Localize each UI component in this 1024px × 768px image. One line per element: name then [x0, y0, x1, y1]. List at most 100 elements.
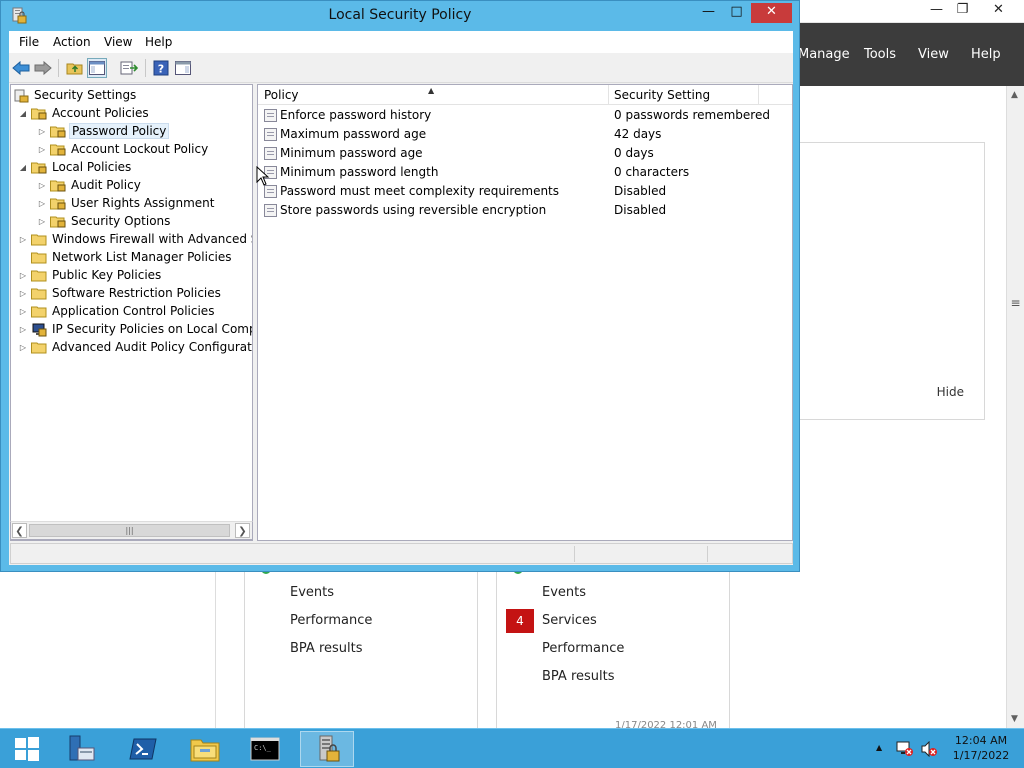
scroll-up-icon[interactable]: ▲ — [1011, 90, 1018, 100]
system-clock[interactable]: 12:04 AM 1/17/2022 — [946, 733, 1016, 763]
policy-list[interactable]: Policy ▲ Security Setting Enforce passwo… — [257, 84, 793, 541]
scroll-right-icon[interactable]: ❯ — [235, 523, 250, 538]
policy-row[interactable]: Minimum password length 0 characters — [258, 163, 792, 182]
sm-close-button[interactable]: ✕ — [982, 0, 1015, 21]
sm-menu-view[interactable]: View — [918, 47, 949, 62]
tree-label: Audit Policy — [71, 178, 141, 192]
tree-item-user-rights-assignment[interactable]: ▷ User Rights Assignment — [36, 194, 216, 212]
sm-tile1-bpa[interactable]: BPA results — [290, 641, 363, 656]
tree-item-security-options[interactable]: ▷ Security Options — [36, 212, 172, 230]
tree-label: Application Control Policies — [52, 304, 215, 318]
up-one-level-icon[interactable] — [65, 58, 85, 78]
show-hidden-icons-icon[interactable]: ▲ — [876, 743, 882, 752]
scroll-thumb-grip-icon[interactable]: ≡ — [1008, 296, 1023, 312]
column-header-policy[interactable]: Policy — [264, 88, 299, 102]
taskbar-powershell[interactable] — [116, 731, 170, 767]
taskbar: C:\_ ▲ 12:04 AM 1/17/2022 — [0, 728, 1024, 768]
menu-view[interactable]: View — [104, 35, 132, 49]
expand-arrow-icon[interactable]: ▷ — [36, 127, 48, 136]
taskbar-local-security-policy[interactable] — [300, 731, 354, 767]
tree-item-local-policies[interactable]: ◢ Local Policies — [17, 158, 133, 176]
menu-bar: File Action View Help — [9, 31, 793, 53]
taskbar-server-manager[interactable] — [54, 731, 108, 767]
show-hide-action-pane-icon[interactable] — [173, 58, 193, 78]
scroll-down-icon[interactable]: ▼ — [1011, 714, 1018, 724]
minimize-button[interactable]: — — [695, 3, 722, 23]
tree-item-application-control[interactable]: ▷ Application Control Policies — [17, 302, 216, 320]
expand-arrow-icon[interactable]: ▷ — [17, 325, 29, 334]
sm-tile2-bpa[interactable]: BPA results — [542, 669, 615, 684]
scroll-thumb[interactable]: ||| — [29, 524, 230, 537]
expand-arrow-icon[interactable]: ▷ — [17, 343, 29, 352]
scroll-left-icon[interactable]: ❮ — [12, 523, 27, 538]
show-hide-console-tree-icon[interactable] — [87, 58, 107, 78]
policy-row[interactable]: Password must meet complexity requiremen… — [258, 182, 792, 201]
sm-tile1-events[interactable]: Events — [290, 585, 334, 600]
tree-item-network-list-manager[interactable]: Network List Manager Policies — [17, 248, 234, 266]
tree-item-password-policy[interactable]: ▷ Password Policy — [36, 122, 170, 140]
expand-arrow-icon[interactable]: ▷ — [36, 199, 48, 208]
collapse-arrow-icon[interactable]: ◢ — [17, 109, 29, 118]
column-header-security-setting[interactable]: Security Setting — [614, 88, 710, 102]
start-button[interactable] — [0, 731, 54, 767]
column-divider[interactable] — [758, 85, 759, 105]
tree-item-windows-firewall[interactable]: ▷ Windows Firewall with Advanced Securit… — [17, 230, 252, 248]
sm-hide-link[interactable]: Hide — [937, 385, 964, 399]
tree-item-account-lockout-policy[interactable]: ▷ Account Lockout Policy — [36, 140, 210, 158]
sm-tile2-events[interactable]: Events — [542, 585, 586, 600]
back-icon[interactable] — [11, 58, 31, 78]
console-tree[interactable]: Security Settings ◢ Account Policies ▷ P… — [10, 84, 253, 541]
server-manager-icon — [69, 735, 95, 761]
sm-menu-tools[interactable]: Tools — [864, 47, 896, 62]
sm-menu-manage[interactable]: Manage — [798, 47, 850, 62]
menu-help[interactable]: Help — [145, 35, 172, 49]
sm-tile2-performance[interactable]: Performance — [542, 641, 624, 656]
expand-arrow-icon[interactable]: ▷ — [17, 307, 29, 316]
expand-arrow-icon[interactable]: ▷ — [36, 145, 48, 154]
policy-row[interactable]: Minimum password age 0 days — [258, 144, 792, 163]
expand-arrow-icon[interactable]: ▷ — [17, 271, 29, 280]
sm-menu-help[interactable]: Help — [971, 47, 1001, 62]
taskbar-file-explorer[interactable] — [178, 731, 232, 767]
export-list-icon[interactable] — [119, 58, 139, 78]
tree-label-selected: Password Policy — [69, 123, 170, 139]
tree-item-public-key-policies[interactable]: ▷ Public Key Policies — [17, 266, 163, 284]
lock-folder-icon — [50, 125, 66, 138]
lsp-titlebar[interactable]: Local Security Policy — □ ✕ — [1, 1, 799, 30]
policy-name: Maximum password age — [280, 127, 427, 141]
help-icon[interactable]: ? — [151, 58, 171, 78]
maximize-button[interactable]: □ — [723, 3, 750, 23]
powershell-icon — [129, 738, 157, 760]
network-error-icon[interactable] — [896, 741, 914, 757]
expand-arrow-icon[interactable]: ▷ — [17, 289, 29, 298]
policy-name: Enforce password history — [280, 108, 432, 122]
tree-item-security-settings[interactable]: Security Settings — [13, 86, 138, 104]
sm-tile2-services[interactable]: Services — [542, 613, 597, 628]
sm-vertical-scrollbar[interactable]: ▲ ≡ ▼ — [1006, 86, 1024, 728]
menu-file[interactable]: File — [19, 35, 39, 49]
tree-item-advanced-audit-policy[interactable]: ▷ Advanced Audit Policy Configuration — [17, 338, 252, 356]
policy-row[interactable]: Maximum password age 42 days — [258, 125, 792, 144]
policy-row[interactable]: Store passwords using reversible encrypt… — [258, 201, 792, 220]
tree-item-audit-policy[interactable]: ▷ Audit Policy — [36, 176, 143, 194]
forward-icon[interactable] — [33, 58, 53, 78]
tree-item-software-restriction[interactable]: ▷ Software Restriction Policies — [17, 284, 223, 302]
policy-row[interactable]: Enforce password history 0 passwords rem… — [258, 106, 792, 125]
status-divider — [707, 546, 708, 562]
volume-muted-icon[interactable] — [920, 741, 938, 757]
expand-arrow-icon[interactable]: ▷ — [36, 217, 48, 226]
sm-tile1-performance[interactable]: Performance — [290, 613, 372, 628]
close-button[interactable]: ✕ — [751, 3, 792, 23]
expand-arrow-icon[interactable]: ▷ — [36, 181, 48, 190]
sm-tile-2: Events 4 Services Performance BPA result… — [496, 566, 730, 731]
menu-action[interactable]: Action — [53, 35, 91, 49]
sm-restore-button[interactable]: ❐ — [946, 0, 979, 21]
expand-arrow-icon[interactable]: ▷ — [17, 235, 29, 244]
tree-item-ip-security-policies[interactable]: ▷ IP Security Policies on Local Computer — [17, 320, 252, 338]
tree-item-account-policies[interactable]: ◢ Account Policies — [17, 104, 151, 122]
column-divider[interactable] — [608, 85, 609, 105]
taskbar-command-prompt[interactable]: C:\_ — [238, 731, 292, 767]
list-header: Policy ▲ Security Setting — [258, 85, 792, 105]
tree-horizontal-scrollbar[interactable]: ❮ ||| ❯ — [10, 521, 253, 540]
collapse-arrow-icon[interactable]: ◢ — [17, 163, 29, 172]
